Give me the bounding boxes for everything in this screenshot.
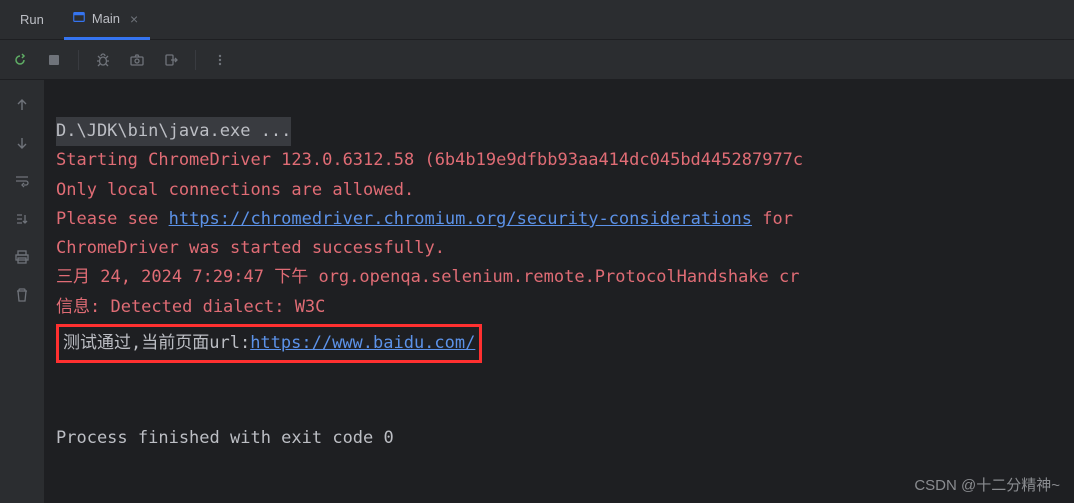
console-line: Please see [56,209,169,229]
console-text: 测试通过,当前页面url: [63,333,250,353]
bug-icon[interactable] [93,50,113,70]
highlighted-line: 测试通过,当前页面url:https://www.baidu.com/ [56,324,482,363]
console-output: D.\JDK\bin\java.exe ... Starting ChromeD… [44,80,1074,503]
tab-bar: Run Main × [0,0,1074,40]
empty-line [56,365,1062,394]
console-link[interactable]: https://www.baidu.com/ [250,333,475,353]
divider [78,50,79,70]
run-label[interactable]: Run [12,12,52,27]
scroll-to-end-icon[interactable] [11,208,33,230]
console-line: 信息: Detected dialect: W3C [56,297,325,317]
stop-icon[interactable] [44,50,64,70]
gutter [0,80,44,503]
tab-main-label: Main [92,11,120,26]
print-icon[interactable] [11,246,33,268]
up-arrow-icon[interactable] [11,94,33,116]
more-icon[interactable] [210,50,230,70]
console-line-truncated: D.\JDK\bin\java.exe ... [56,117,291,146]
exit-icon[interactable] [161,50,181,70]
camera-icon[interactable] [127,50,147,70]
console-line: for [752,209,803,229]
divider [195,50,196,70]
console-line: Process finished with exit code 0 [56,428,394,448]
watermark: CSDN @十二分精神~ [914,474,1060,495]
close-icon[interactable]: × [126,11,142,27]
console-line: Starting ChromeDriver 123.0.6312.58 (6b4… [56,150,803,170]
tab-main[interactable]: Main × [64,0,150,40]
rerun-icon[interactable] [10,50,30,70]
console-line: ChromeDriver was started successfully. [56,238,445,258]
trash-icon[interactable] [11,284,33,306]
soft-wrap-icon[interactable] [11,170,33,192]
toolbar [0,40,1074,80]
console-line: Only local connections are allowed. [56,180,414,200]
application-icon [72,10,86,27]
console-link[interactable]: https://chromedriver.chromium.org/securi… [169,209,752,229]
console-line: 三月 24, 2024 7:29:47 下午 org.openqa.seleni… [56,267,800,287]
main-area: D.\JDK\bin\java.exe ... Starting ChromeD… [0,80,1074,503]
down-arrow-icon[interactable] [11,132,33,154]
